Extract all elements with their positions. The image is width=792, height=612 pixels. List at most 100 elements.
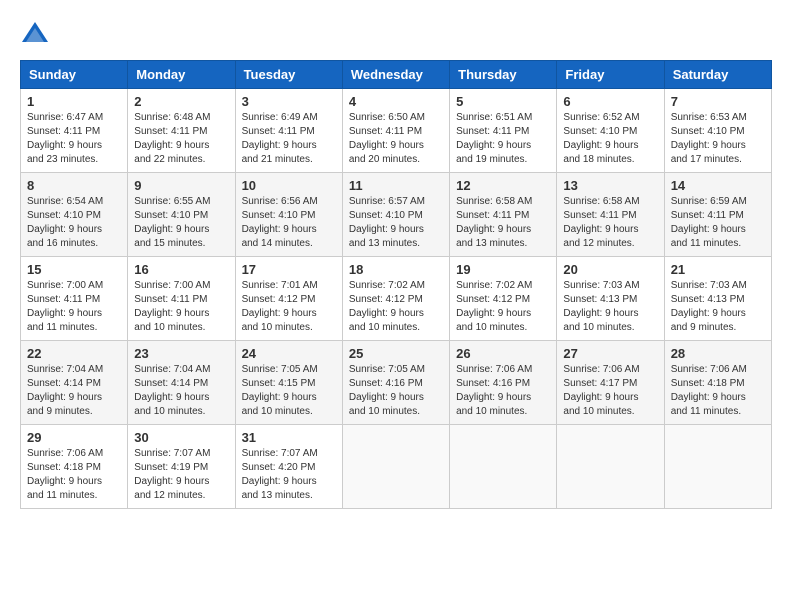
day-number: 16 (134, 262, 228, 277)
day-info: Sunrise: 7:06 AMSunset: 4:17 PMDaylight:… (563, 364, 639, 417)
day-info: Sunrise: 6:50 AMSunset: 4:11 PMDaylight:… (349, 112, 425, 165)
day-info: Sunrise: 7:06 AMSunset: 4:18 PMDaylight:… (27, 448, 103, 501)
calendar-week-row: 15 Sunrise: 7:00 AMSunset: 4:11 PMDaylig… (21, 257, 772, 341)
day-number: 6 (563, 94, 657, 109)
calendar-day-cell: 14 Sunrise: 6:59 AMSunset: 4:11 PMDaylig… (664, 173, 771, 257)
calendar-day-cell (450, 425, 557, 509)
calendar-day-cell: 10 Sunrise: 6:56 AMSunset: 4:10 PMDaylig… (235, 173, 342, 257)
calendar-week-row: 22 Sunrise: 7:04 AMSunset: 4:14 PMDaylig… (21, 341, 772, 425)
calendar-day-cell: 19 Sunrise: 7:02 AMSunset: 4:12 PMDaylig… (450, 257, 557, 341)
weekday-header: Thursday (450, 61, 557, 89)
calendar-day-cell: 7 Sunrise: 6:53 AMSunset: 4:10 PMDayligh… (664, 89, 771, 173)
day-info: Sunrise: 7:07 AMSunset: 4:19 PMDaylight:… (134, 448, 210, 501)
calendar-day-cell (557, 425, 664, 509)
day-info: Sunrise: 6:52 AMSunset: 4:10 PMDaylight:… (563, 112, 639, 165)
day-number: 25 (349, 346, 443, 361)
calendar-day-cell: 13 Sunrise: 6:58 AMSunset: 4:11 PMDaylig… (557, 173, 664, 257)
day-info: Sunrise: 6:53 AMSunset: 4:10 PMDaylight:… (671, 112, 747, 165)
day-info: Sunrise: 7:02 AMSunset: 4:12 PMDaylight:… (349, 280, 425, 333)
day-number: 20 (563, 262, 657, 277)
day-info: Sunrise: 6:54 AMSunset: 4:10 PMDaylight:… (27, 196, 103, 249)
day-number: 10 (242, 178, 336, 193)
calendar-day-cell: 9 Sunrise: 6:55 AMSunset: 4:10 PMDayligh… (128, 173, 235, 257)
day-info: Sunrise: 7:06 AMSunset: 4:18 PMDaylight:… (671, 364, 747, 417)
day-info: Sunrise: 7:04 AMSunset: 4:14 PMDaylight:… (27, 364, 103, 417)
day-number: 31 (242, 430, 336, 445)
calendar-day-cell: 5 Sunrise: 6:51 AMSunset: 4:11 PMDayligh… (450, 89, 557, 173)
calendar-day-cell: 22 Sunrise: 7:04 AMSunset: 4:14 PMDaylig… (21, 341, 128, 425)
weekday-header: Saturday (664, 61, 771, 89)
day-info: Sunrise: 6:48 AMSunset: 4:11 PMDaylight:… (134, 112, 210, 165)
day-number: 14 (671, 178, 765, 193)
calendar-day-cell: 4 Sunrise: 6:50 AMSunset: 4:11 PMDayligh… (342, 89, 449, 173)
day-info: Sunrise: 7:00 AMSunset: 4:11 PMDaylight:… (27, 280, 103, 333)
day-number: 8 (27, 178, 121, 193)
day-number: 4 (349, 94, 443, 109)
calendar-day-cell: 11 Sunrise: 6:57 AMSunset: 4:10 PMDaylig… (342, 173, 449, 257)
day-info: Sunrise: 6:55 AMSunset: 4:10 PMDaylight:… (134, 196, 210, 249)
day-info: Sunrise: 7:07 AMSunset: 4:20 PMDaylight:… (242, 448, 318, 501)
day-info: Sunrise: 7:01 AMSunset: 4:12 PMDaylight:… (242, 280, 318, 333)
day-info: Sunrise: 7:02 AMSunset: 4:12 PMDaylight:… (456, 280, 532, 333)
calendar-day-cell: 28 Sunrise: 7:06 AMSunset: 4:18 PMDaylig… (664, 341, 771, 425)
day-number: 26 (456, 346, 550, 361)
day-number: 17 (242, 262, 336, 277)
calendar-day-cell: 30 Sunrise: 7:07 AMSunset: 4:19 PMDaylig… (128, 425, 235, 509)
day-info: Sunrise: 7:03 AMSunset: 4:13 PMDaylight:… (671, 280, 747, 333)
weekday-header: Sunday (21, 61, 128, 89)
calendar-day-cell: 17 Sunrise: 7:01 AMSunset: 4:12 PMDaylig… (235, 257, 342, 341)
day-info: Sunrise: 6:59 AMSunset: 4:11 PMDaylight:… (671, 196, 747, 249)
day-info: Sunrise: 7:04 AMSunset: 4:14 PMDaylight:… (134, 364, 210, 417)
day-info: Sunrise: 6:49 AMSunset: 4:11 PMDaylight:… (242, 112, 318, 165)
day-number: 30 (134, 430, 228, 445)
calendar-day-cell: 1 Sunrise: 6:47 AMSunset: 4:11 PMDayligh… (21, 89, 128, 173)
weekday-header: Friday (557, 61, 664, 89)
day-number: 23 (134, 346, 228, 361)
day-number: 28 (671, 346, 765, 361)
calendar-table: SundayMondayTuesdayWednesdayThursdayFrid… (20, 60, 772, 509)
day-number: 22 (27, 346, 121, 361)
weekday-header-row: SundayMondayTuesdayWednesdayThursdayFrid… (21, 61, 772, 89)
day-info: Sunrise: 6:57 AMSunset: 4:10 PMDaylight:… (349, 196, 425, 249)
day-info: Sunrise: 6:58 AMSunset: 4:11 PMDaylight:… (563, 196, 639, 249)
logo-icon (20, 20, 50, 50)
day-info: Sunrise: 6:56 AMSunset: 4:10 PMDaylight:… (242, 196, 318, 249)
calendar-day-cell: 26 Sunrise: 7:06 AMSunset: 4:16 PMDaylig… (450, 341, 557, 425)
day-number: 24 (242, 346, 336, 361)
day-number: 9 (134, 178, 228, 193)
day-info: Sunrise: 7:05 AMSunset: 4:16 PMDaylight:… (349, 364, 425, 417)
day-info: Sunrise: 7:00 AMSunset: 4:11 PMDaylight:… (134, 280, 210, 333)
calendar-day-cell: 29 Sunrise: 7:06 AMSunset: 4:18 PMDaylig… (21, 425, 128, 509)
calendar-week-row: 1 Sunrise: 6:47 AMSunset: 4:11 PMDayligh… (21, 89, 772, 173)
calendar-week-row: 8 Sunrise: 6:54 AMSunset: 4:10 PMDayligh… (21, 173, 772, 257)
calendar-day-cell: 2 Sunrise: 6:48 AMSunset: 4:11 PMDayligh… (128, 89, 235, 173)
calendar-day-cell: 15 Sunrise: 7:00 AMSunset: 4:11 PMDaylig… (21, 257, 128, 341)
calendar-day-cell: 3 Sunrise: 6:49 AMSunset: 4:11 PMDayligh… (235, 89, 342, 173)
day-number: 13 (563, 178, 657, 193)
weekday-header: Wednesday (342, 61, 449, 89)
day-info: Sunrise: 6:47 AMSunset: 4:11 PMDaylight:… (27, 112, 103, 165)
day-number: 1 (27, 94, 121, 109)
day-number: 15 (27, 262, 121, 277)
day-number: 18 (349, 262, 443, 277)
calendar-day-cell: 23 Sunrise: 7:04 AMSunset: 4:14 PMDaylig… (128, 341, 235, 425)
page-header (20, 20, 772, 50)
calendar-day-cell: 8 Sunrise: 6:54 AMSunset: 4:10 PMDayligh… (21, 173, 128, 257)
calendar-day-cell: 27 Sunrise: 7:06 AMSunset: 4:17 PMDaylig… (557, 341, 664, 425)
day-number: 21 (671, 262, 765, 277)
day-number: 29 (27, 430, 121, 445)
day-number: 5 (456, 94, 550, 109)
calendar-day-cell: 6 Sunrise: 6:52 AMSunset: 4:10 PMDayligh… (557, 89, 664, 173)
day-number: 3 (242, 94, 336, 109)
calendar-day-cell: 16 Sunrise: 7:00 AMSunset: 4:11 PMDaylig… (128, 257, 235, 341)
weekday-header: Monday (128, 61, 235, 89)
calendar-day-cell (664, 425, 771, 509)
calendar-day-cell: 31 Sunrise: 7:07 AMSunset: 4:20 PMDaylig… (235, 425, 342, 509)
day-number: 19 (456, 262, 550, 277)
day-info: Sunrise: 6:58 AMSunset: 4:11 PMDaylight:… (456, 196, 532, 249)
calendar-day-cell: 21 Sunrise: 7:03 AMSunset: 4:13 PMDaylig… (664, 257, 771, 341)
calendar-week-row: 29 Sunrise: 7:06 AMSunset: 4:18 PMDaylig… (21, 425, 772, 509)
calendar-day-cell: 12 Sunrise: 6:58 AMSunset: 4:11 PMDaylig… (450, 173, 557, 257)
calendar-day-cell: 25 Sunrise: 7:05 AMSunset: 4:16 PMDaylig… (342, 341, 449, 425)
day-number: 27 (563, 346, 657, 361)
